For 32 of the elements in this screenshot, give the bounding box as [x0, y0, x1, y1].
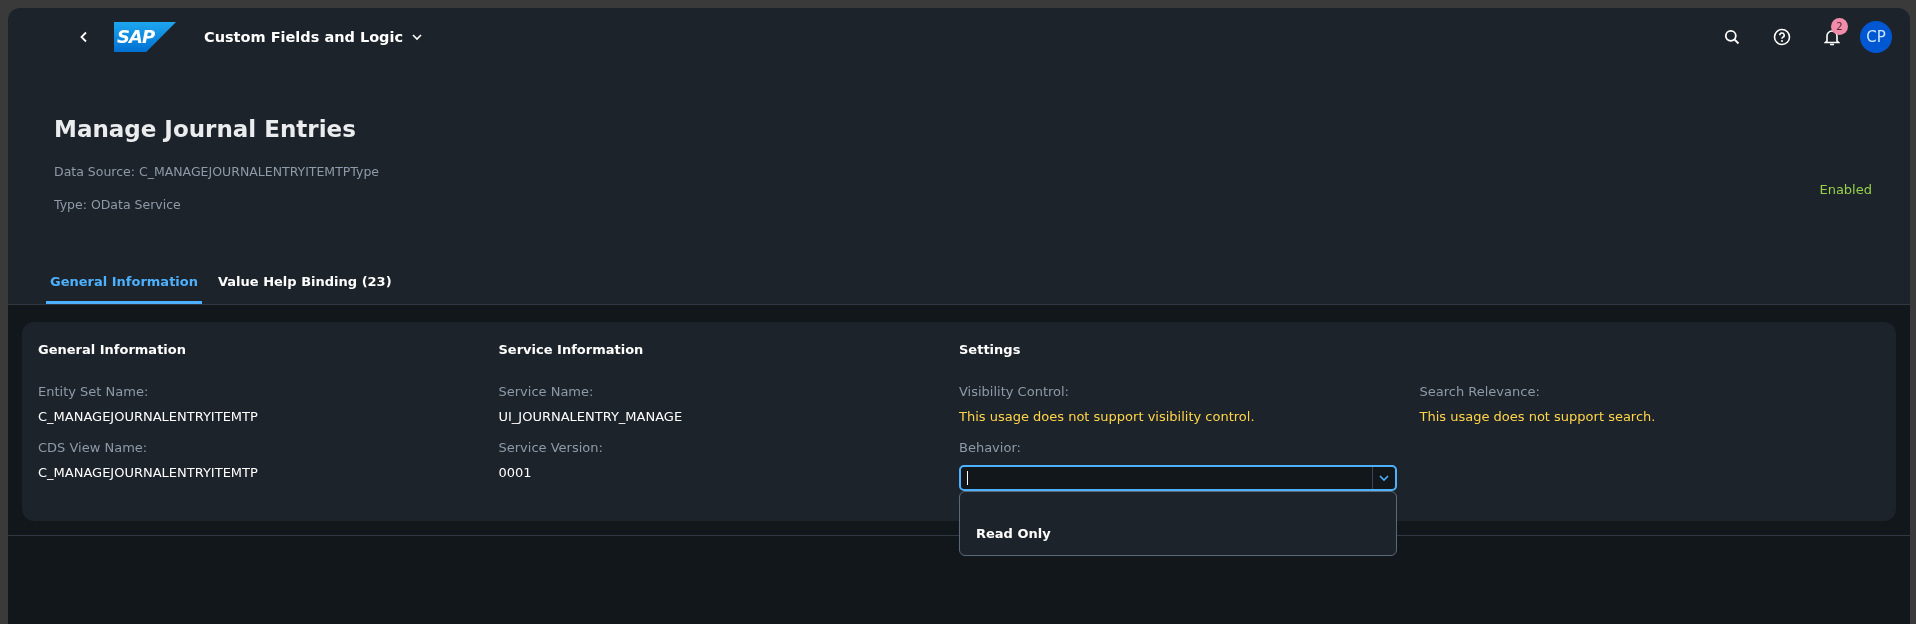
user-avatar[interactable]: CP — [1860, 21, 1892, 53]
bell-icon — [1824, 28, 1840, 46]
section-title: Service Information — [498, 342, 645, 358]
field-value: C_MANAGEJOURNALENTRYITEMTP — [38, 409, 259, 424]
field-label: Entity Set Name: — [38, 384, 150, 399]
header-detail: Data Source: C_MANAGEJOURNALENTRYITEMTPType — [54, 164, 380, 179]
company-logo[interactable]: SAP — [114, 22, 176, 52]
notifications-button[interactable]: 2 — [1814, 19, 1850, 55]
section-title: Settings — [959, 342, 1022, 358]
field-label: CDS View Name: — [38, 440, 149, 455]
field-label: Service Name: — [498, 384, 595, 399]
help-icon — [1773, 28, 1791, 46]
field-value: UI_JOURNALENTRY_MANAGE — [498, 409, 684, 424]
chevron-down-icon — [411, 31, 424, 43]
field-label: Visibility Control: — [959, 384, 1070, 399]
field-label: Service Version: — [498, 440, 604, 455]
field-label: Search Relevance: — [1419, 384, 1541, 399]
notification-count: 2 — [1831, 18, 1848, 35]
dropdown-option[interactable]: Read Only — [960, 520, 1396, 555]
chevron-down-icon — [1378, 472, 1390, 484]
tab[interactable]: Value Help Binding (23) — [214, 274, 396, 304]
section-title: General Information — [38, 342, 187, 358]
field-value: 0001 — [498, 465, 533, 480]
field-value: C_MANAGEJOURNALENTRYITEMTP — [38, 465, 259, 480]
page-title: Manage Journal Entries — [54, 116, 357, 142]
search-icon — [1724, 29, 1740, 45]
app-title-menu[interactable]: Custom Fields and Logic — [204, 29, 424, 45]
warning-text: This usage does not support visibility control. — [959, 409, 1256, 424]
field-label: Behavior: — [959, 440, 1022, 455]
warning-text: This usage does not support search. — [1419, 409, 1657, 424]
header-detail: Type: OData Service — [54, 197, 182, 212]
status-text: Enabled — [1819, 182, 1872, 197]
